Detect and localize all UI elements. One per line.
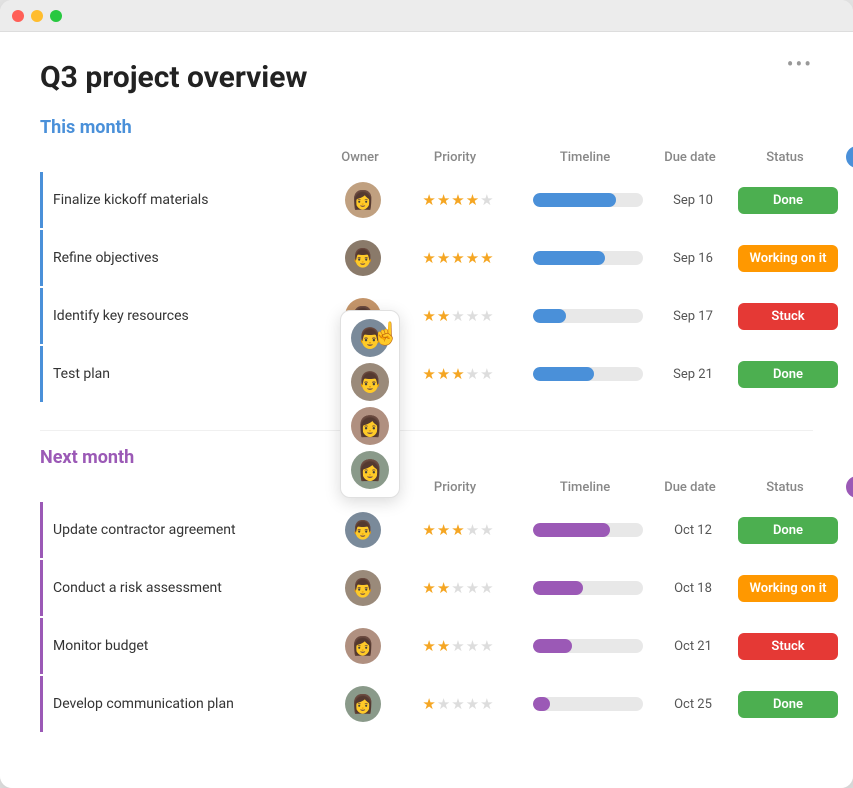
more-options-button[interactable]: ••• [787,52,813,76]
popup-avatar[interactable]: 👨 [351,363,389,401]
timeline-bar [533,523,643,537]
avatar: 👩 [345,182,381,218]
table-row: Refine objectives 👨 ★ ★ ★ ★ ★ Sep 16 [40,230,813,286]
avatar: 👨 [345,570,381,606]
popup-avatar[interactable]: 👨 [351,319,389,357]
timeline-bar [533,193,643,207]
this-month-section: This month Owner Priority Timeline Due d… [40,117,813,402]
col-priority-label: Priority [390,150,520,165]
section-divider [40,430,813,431]
maximize-dot[interactable] [50,10,62,22]
col-owner-label: Owner [330,150,390,165]
priority-stars: ★ ★ ★ ★ ★ [393,695,523,713]
this-month-title: This month [40,117,132,138]
col-duedate-label: Due date [650,150,730,165]
table-row: Update contractor agreement 👨 ★ ★ ★ ★ ★ … [40,502,813,558]
app-window: Q3 project overview ••• This month Owner… [0,0,853,788]
due-date: Sep 16 [653,251,733,266]
table-row: Test plan 👨 ★ ★ ★ ★ ★ Sep 21 [40,346,813,402]
status-badge: Working on it [738,245,838,272]
next-month-col-headers: Owner Priority Timeline Due date Status … [40,476,813,502]
task-name: Identify key resources [53,308,333,324]
page-title: Q3 project overview [40,60,813,95]
add-task-button-this-month[interactable]: + [846,146,853,168]
col-duedate-label: Due date [650,480,730,495]
timeline-bar [533,639,643,653]
status-badge: Stuck [738,303,838,330]
next-month-title: Next month [40,447,134,468]
avatar: 👩 [345,686,381,722]
avatar: 👨 [345,240,381,276]
task-name: Update contractor agreement [53,522,333,538]
status-badge: Done [738,517,838,544]
task-name: Finalize kickoff materials [53,192,333,208]
status-badge: Working on it [738,575,838,602]
avatar-popup: 👨 👨 👩 👩 [340,310,400,498]
col-timeline-label: Timeline [520,150,650,165]
timeline-bar [533,581,643,595]
timeline-bar [533,251,643,265]
col-status-label: Status [730,480,840,495]
popup-avatar[interactable]: 👩 [351,451,389,489]
table-row: Finalize kickoff materials 👩 ★ ★ ★ ★ ★ S… [40,172,813,228]
minimize-dot[interactable] [31,10,43,22]
priority-stars: ★ ★ ★ ★ ★ [393,579,523,597]
due-date: Oct 21 [653,639,733,654]
table-row: Identify key resources 👩 ★ ★ ★ ★ ★ Sep 1… [40,288,813,344]
popup-avatar[interactable]: 👩 [351,407,389,445]
timeline-bar [533,367,643,381]
table-row: Conduct a risk assessment 👨 ★ ★ ★ ★ ★ Oc… [40,560,813,616]
col-status-label: Status [730,150,840,165]
due-date: Sep 21 [653,367,733,382]
priority-stars: ★ ★ ★ ★ ★ [393,191,523,209]
task-name: Refine objectives [53,250,333,266]
col-timeline-label: Timeline [520,480,650,495]
status-badge: Done [738,691,838,718]
titlebar [0,0,853,32]
task-name: Develop communication plan [53,696,333,712]
priority-stars: ★ ★ ★ ★ ★ [393,249,523,267]
task-name: Monitor budget [53,638,333,654]
priority-stars: ★ ★ ★ ★ ★ [393,307,523,325]
timeline-bar [533,697,643,711]
close-dot[interactable] [12,10,24,22]
this-month-header-row: This month [40,117,813,138]
due-date: Sep 10 [653,193,733,208]
due-date: Oct 18 [653,581,733,596]
task-name: Test plan [53,366,333,382]
task-name: Conduct a risk assessment [53,580,333,596]
table-row: Develop communication plan 👩 ★ ★ ★ ★ ★ O… [40,676,813,732]
status-badge: Done [738,187,838,214]
due-date: Sep 17 [653,309,733,324]
col-priority-label: Priority [390,480,520,495]
avatar: 👨 [345,512,381,548]
this-month-col-headers: Owner Priority Timeline Due date Status … [40,146,813,172]
status-badge: Done [738,361,838,388]
main-content: Q3 project overview ••• This month Owner… [0,32,853,788]
due-date: Oct 25 [653,697,733,712]
timeline-bar [533,309,643,323]
next-month-section: Next month Owner Priority Timeline Due d… [40,447,813,732]
priority-stars: ★ ★ ★ ★ ★ [393,637,523,655]
add-task-button-next-month[interactable]: + [846,476,853,498]
table-row: Monitor budget 👩 ★ ★ ★ ★ ★ Oct 21 [40,618,813,674]
priority-stars: ★ ★ ★ ★ ★ [393,521,523,539]
avatar: 👩 [345,628,381,664]
priority-stars: ★ ★ ★ ★ ★ [393,365,523,383]
next-month-header-row: Next month [40,447,813,468]
status-badge: Stuck [738,633,838,660]
due-date: Oct 12 [653,523,733,538]
